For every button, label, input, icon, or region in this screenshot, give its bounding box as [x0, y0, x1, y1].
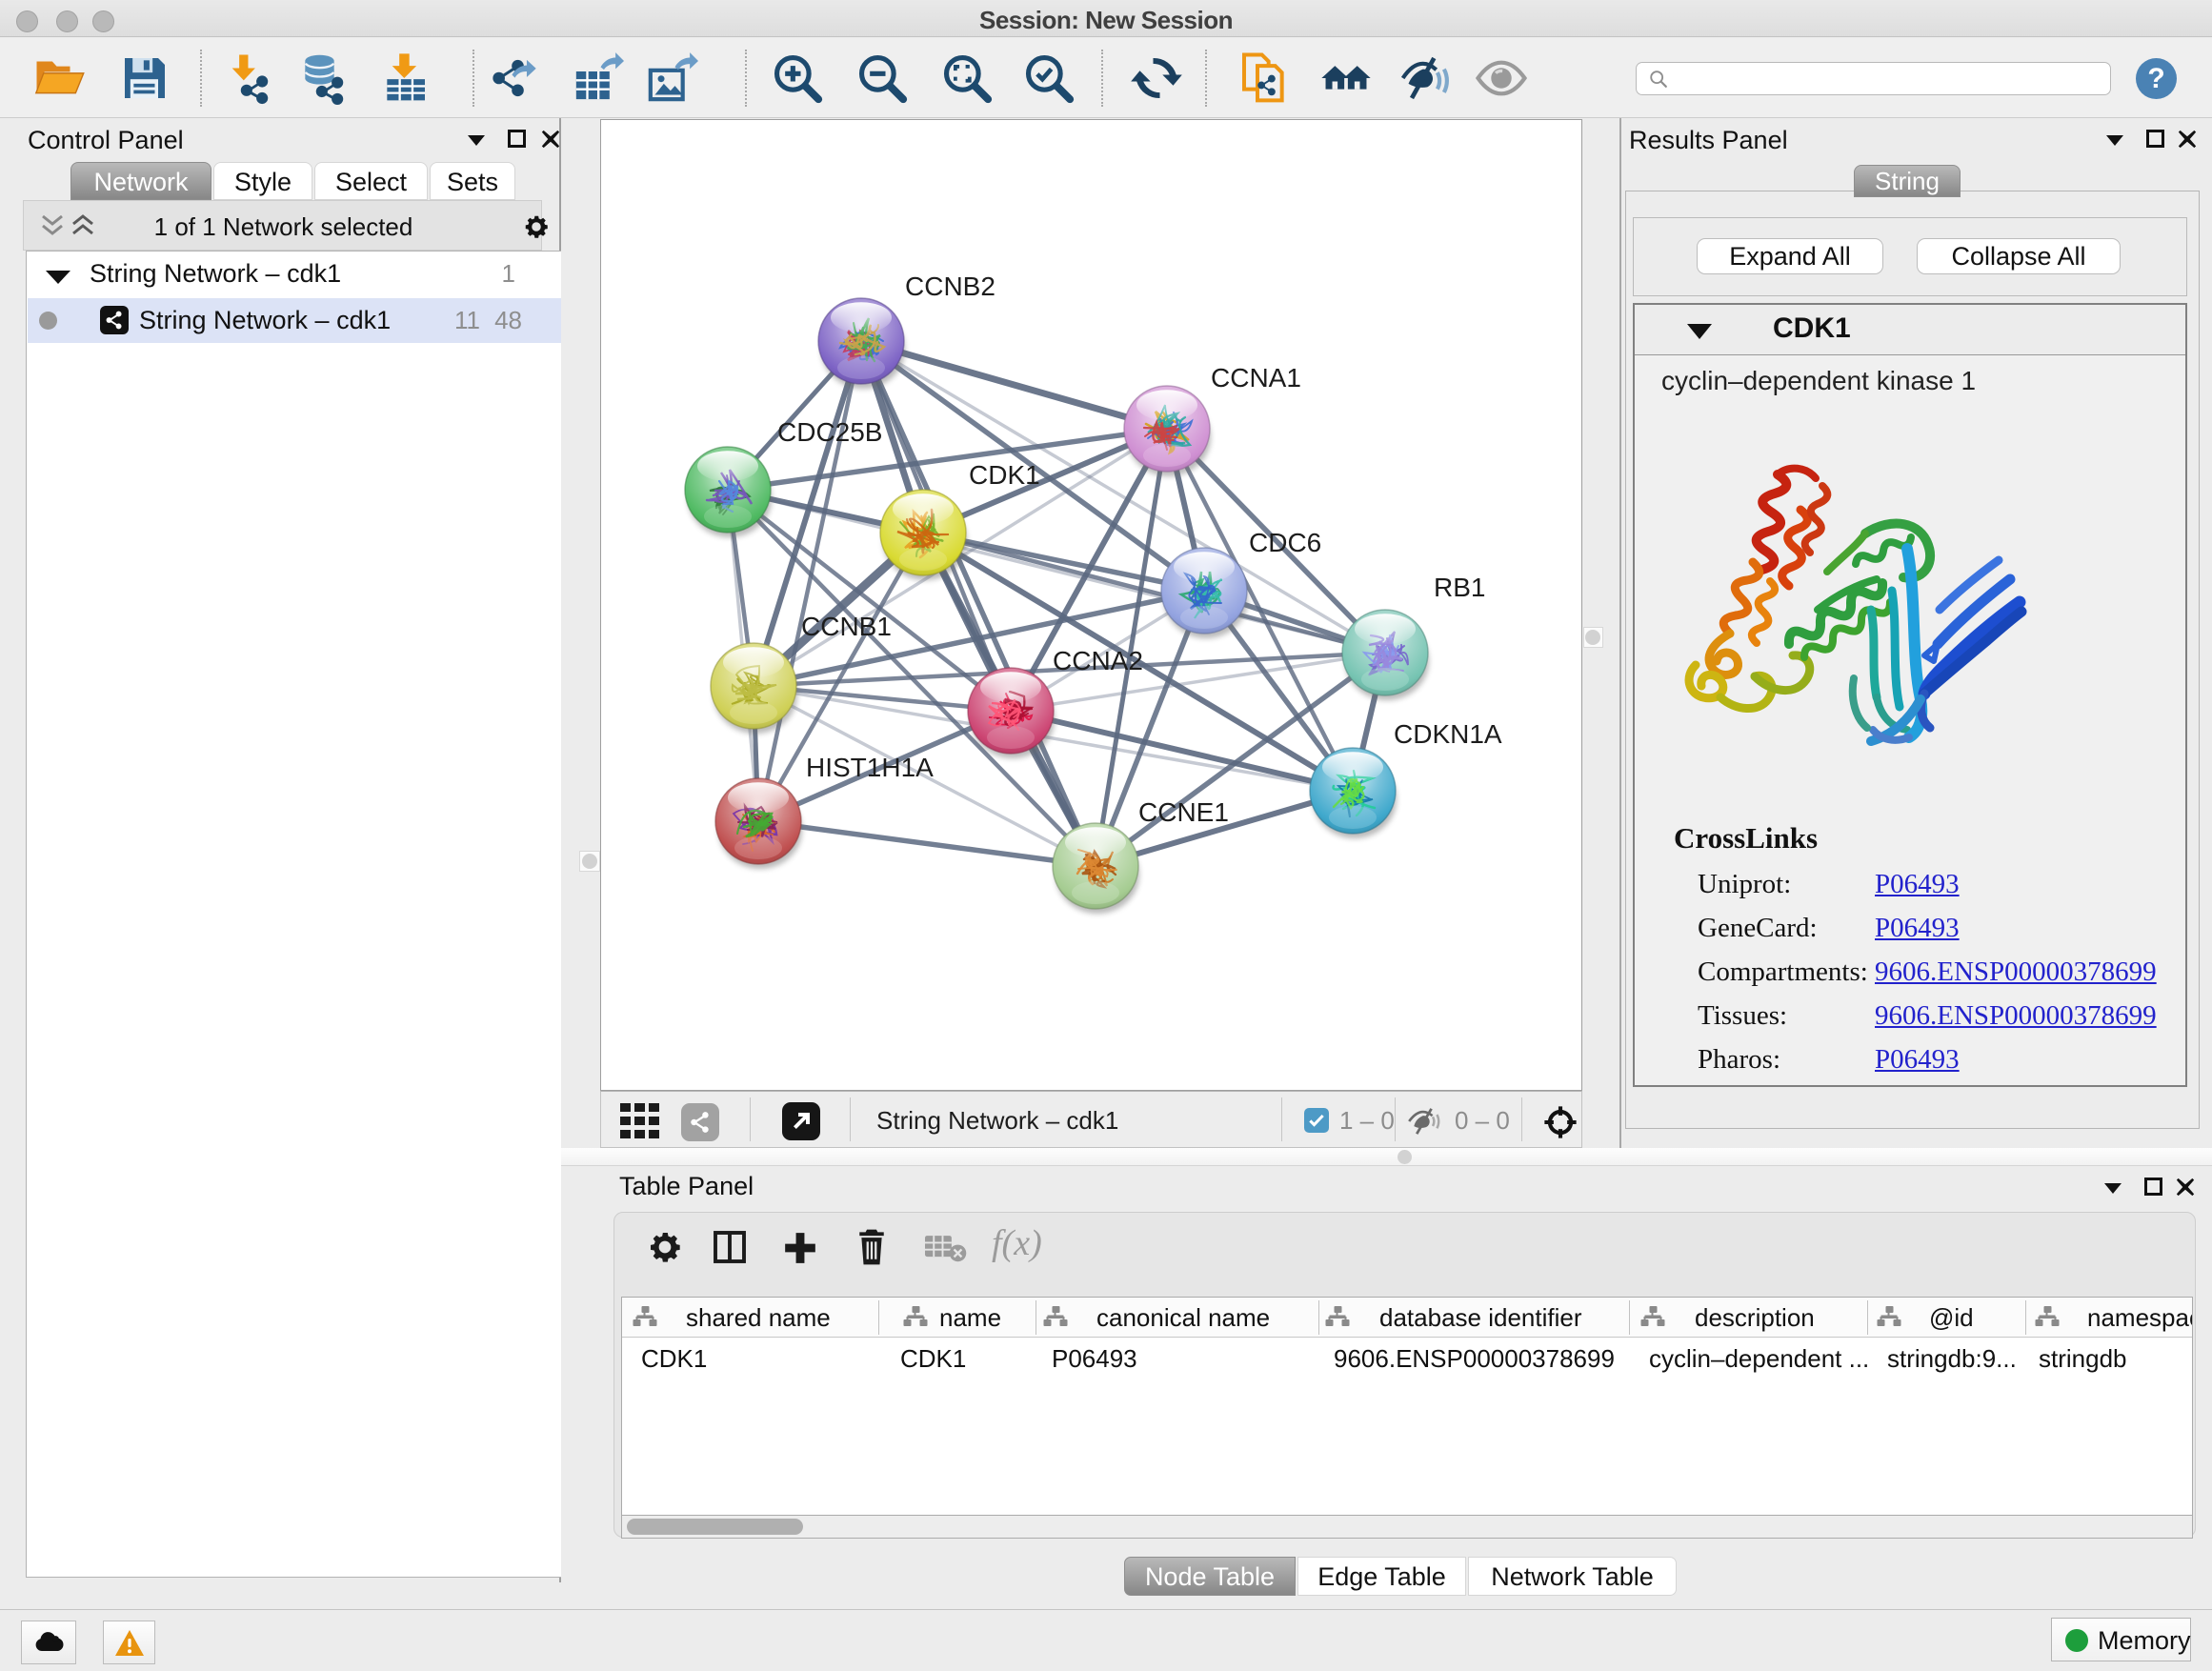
svg-text:CCNB2: CCNB2 [905, 272, 995, 301]
svg-text:CDC25B: CDC25B [777, 417, 882, 447]
svg-text:CCNE1: CCNE1 [1138, 797, 1229, 827]
svg-text:CCNB1: CCNB1 [801, 612, 892, 641]
svg-text:CCNA1: CCNA1 [1211, 363, 1301, 393]
svg-text:HIST1H1A: HIST1H1A [806, 753, 934, 782]
svg-text:CDKN1A: CDKN1A [1394, 719, 1502, 749]
svg-text:CDC6: CDC6 [1249, 528, 1321, 557]
svg-text:CDK1: CDK1 [969, 460, 1040, 490]
svg-text:CCNA2: CCNA2 [1053, 646, 1143, 675]
svg-text:RB1: RB1 [1434, 573, 1485, 602]
